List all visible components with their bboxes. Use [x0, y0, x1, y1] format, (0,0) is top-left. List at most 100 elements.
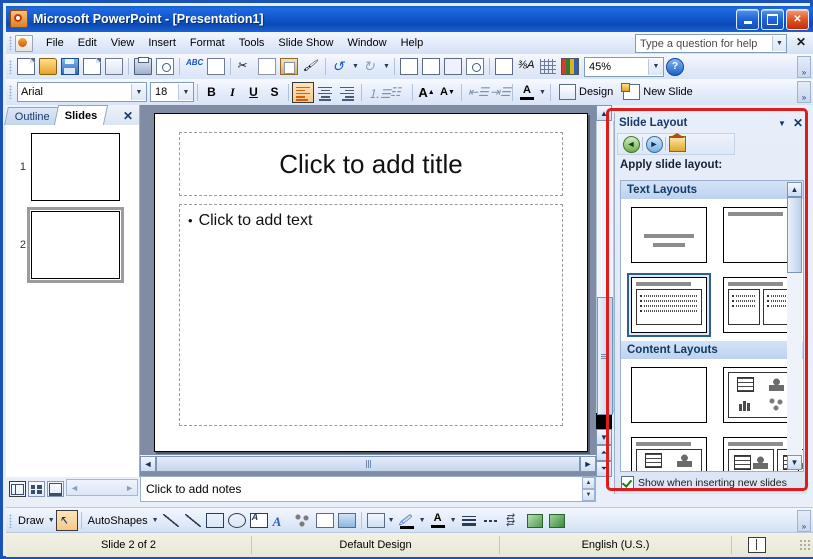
menu-item-help[interactable]: Help	[394, 34, 431, 52]
slide-thumbnail-2[interactable]: 2	[12, 207, 139, 283]
slide-horizontal-scrollbar[interactable]: ◄ ►	[140, 455, 596, 472]
permission-button[interactable]	[81, 56, 103, 77]
standard-toolbar-grip[interactable]	[9, 59, 12, 74]
menu-item-view[interactable]: View	[104, 34, 142, 52]
menu-item-slide-show[interactable]: Slide Show	[271, 34, 340, 52]
chevron-down-icon[interactable]: ▼	[131, 84, 146, 100]
slide-thumb-image-2[interactable]	[27, 207, 124, 283]
menu-item-insert[interactable]: Insert	[141, 34, 183, 52]
tab-slides[interactable]: Slides	[53, 105, 109, 125]
expand-all-button[interactable]	[464, 56, 486, 77]
clip-art-button[interactable]	[314, 510, 336, 531]
menu-grip[interactable]	[9, 36, 12, 50]
drawing-toolbar-grip[interactable]	[9, 513, 12, 528]
notes-scroll-buttons[interactable]: ▲ ▼	[582, 477, 595, 501]
close-help-box-icon[interactable]: ✕	[796, 35, 806, 49]
grid-button[interactable]	[537, 56, 559, 77]
spelling-button[interactable]: ABC	[183, 56, 205, 77]
font-combobox[interactable]: Arial ▼	[17, 82, 147, 102]
line-style-button[interactable]	[458, 510, 480, 531]
align-left-button[interactable]	[292, 81, 314, 103]
text-box-button[interactable]	[248, 510, 270, 531]
increase-indent-button[interactable]: ⇥☰	[487, 82, 511, 103]
color-grayscale-button[interactable]	[559, 56, 581, 77]
layout-title-and-text[interactable]	[627, 273, 711, 337]
insert-hyperlink-button[interactable]	[442, 56, 464, 77]
horizontal-scroll-thumb[interactable]	[156, 455, 580, 472]
close-pane-icon[interactable]: ✕	[123, 109, 133, 123]
task-pane-scroll-up-button[interactable]: ▲	[787, 182, 802, 197]
wordart-button[interactable]: A	[270, 510, 292, 531]
chevron-down-icon[interactable]: ▼	[178, 84, 193, 100]
paste-button[interactable]	[278, 56, 300, 77]
horizontal-scroll-track[interactable]	[156, 455, 580, 472]
task-pane-forward-button[interactable]: ►	[643, 135, 665, 153]
font-color-dropdown[interactable]: ▼	[538, 83, 547, 102]
pane-resize-arrows[interactable]: ◄ ►	[66, 479, 138, 496]
shadow-style-button[interactable]	[524, 510, 546, 531]
show-when-inserting-checkbox-row[interactable]: Show when inserting new slides	[621, 476, 787, 489]
line-button[interactable]	[160, 510, 182, 531]
normal-view-button[interactable]	[9, 481, 26, 497]
align-center-button[interactable]	[314, 82, 336, 103]
close-button[interactable]: ✕	[786, 9, 809, 30]
body-placeholder[interactable]: • Click to add text	[179, 204, 563, 426]
slide-thumb-image-1[interactable]	[31, 133, 120, 201]
formatting-toolbar-grip[interactable]	[9, 85, 12, 99]
save-button[interactable]	[59, 56, 81, 77]
print-button[interactable]	[132, 56, 154, 77]
line-color-button[interactable]: 🖉	[396, 510, 418, 531]
scroll-down-button[interactable]: ▼	[596, 429, 612, 445]
copy-button[interactable]	[256, 56, 278, 77]
resize-grip[interactable]	[799, 539, 811, 551]
slide-sorter-view-button[interactable]	[28, 481, 45, 497]
bullets-button[interactable]: ☷	[387, 82, 409, 103]
slide-layout-list[interactable]: Text Layouts Content Layouts ▲ ▼	[620, 180, 804, 472]
fill-color-button[interactable]	[365, 510, 387, 531]
3d-style-button[interactable]	[546, 510, 568, 531]
tab-outline[interactable]: Outline	[4, 107, 61, 125]
title-placeholder[interactable]: Click to add title	[179, 132, 563, 196]
email-button[interactable]	[103, 56, 125, 77]
next-slide-button[interactable]: ⏷	[596, 461, 612, 477]
rectangle-button[interactable]	[204, 510, 226, 531]
slide-thumbnail-list[interactable]: 1 2	[6, 125, 139, 477]
formatting-toolbar-overflow[interactable]: »	[797, 81, 811, 103]
format-painter-button[interactable]: 🖌	[300, 56, 322, 77]
chevron-down-icon[interactable]: ▼	[648, 58, 663, 75]
line-color-dropdown[interactable]: ▼	[418, 511, 427, 530]
undo-dropdown[interactable]: ▼	[351, 57, 360, 76]
menu-item-tools[interactable]: Tools	[232, 34, 272, 52]
slide-canvas[interactable]: Click to add title • Click to add text	[154, 113, 588, 452]
formatting-marks-button[interactable]: ⅜A	[515, 56, 537, 77]
notes-scroll-up-icon[interactable]: ▲	[582, 477, 595, 489]
decrease-indent-button[interactable]: ⇤☰	[465, 82, 489, 103]
maximize-button[interactable]	[761, 9, 784, 30]
menu-item-file[interactable]: File	[39, 34, 71, 52]
vertical-scroll-thumb[interactable]	[597, 297, 613, 415]
align-right-button[interactable]	[336, 82, 358, 103]
task-pane-close-icon[interactable]: ✕	[793, 117, 803, 129]
layout-blank[interactable]	[627, 363, 711, 427]
font-color-button-draw[interactable]: A	[427, 510, 449, 531]
scroll-up-button[interactable]: ▲	[596, 105, 612, 121]
font-color-dropdown-draw[interactable]: ▼	[449, 511, 458, 530]
dash-style-button[interactable]	[480, 510, 502, 531]
menu-item-format[interactable]: Format	[183, 34, 232, 52]
drawing-toolbar-overflow[interactable]: »	[797, 509, 811, 532]
arrow-style-button[interactable]: ⇄ ⇄	[502, 510, 524, 531]
layout-title-and-content[interactable]	[627, 433, 711, 471]
previous-slide-button[interactable]: ⏶	[596, 445, 612, 461]
cut-button[interactable]: ✂	[234, 56, 256, 77]
undo-button[interactable]: ↺	[329, 56, 351, 77]
show-when-inserting-checkbox[interactable]	[621, 476, 634, 489]
increase-font-size-button[interactable]: A ▲	[416, 82, 437, 102]
minimize-button[interactable]	[736, 9, 759, 30]
redo-dropdown[interactable]: ▼	[382, 57, 391, 76]
scroll-right-button[interactable]: ►	[580, 455, 596, 472]
ask-a-question-input[interactable]: Type a question for help ▼	[635, 34, 787, 53]
pane-left-arrow-icon[interactable]: ◄	[70, 483, 79, 493]
zoom-combobox[interactable]: 45% ▼	[584, 56, 664, 77]
task-pane-scroll-thumb[interactable]	[787, 197, 802, 273]
slide-thumbnail-1[interactable]: 1	[12, 133, 139, 201]
